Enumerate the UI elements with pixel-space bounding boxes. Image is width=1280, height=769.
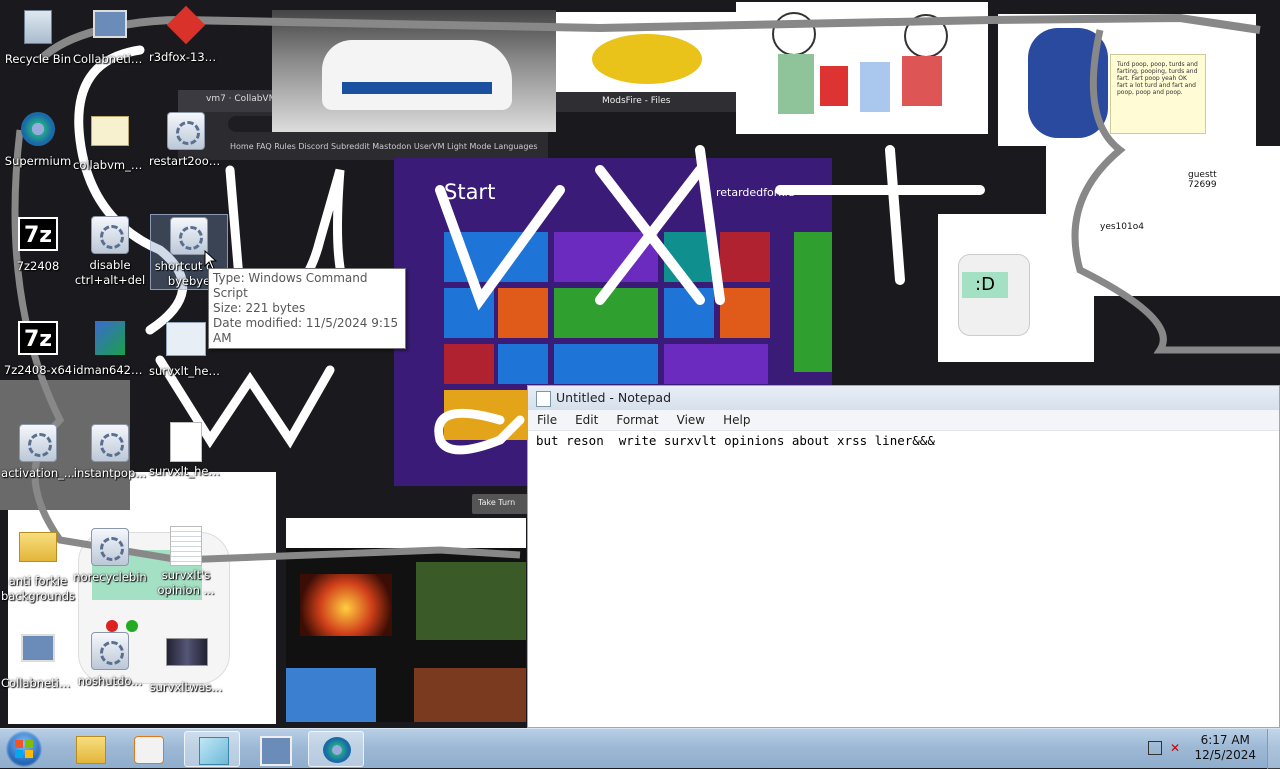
document-icon [166, 422, 206, 462]
desktop-icon-label: survxlt_her... [149, 364, 224, 378]
file-tooltip: Type: Windows Command Script Size: 221 b… [208, 268, 406, 349]
taskbar: ✕ 6:17 AM 12/5/2024 [0, 728, 1280, 769]
menu-help[interactable]: Help [714, 413, 759, 427]
tooltip-modified: Date modified: 11/5/2024 9:15 AM [213, 316, 399, 345]
windows-logo-icon [15, 740, 33, 758]
network-icon[interactable] [1148, 741, 1162, 755]
script-icon [166, 112, 206, 152]
clock-time: 6:17 AM [1200, 733, 1250, 747]
browser-icon [18, 112, 58, 152]
desktop-icon-label: Supermium [4, 154, 72, 168]
desktop-icon-norecyclebin[interactable]: norecyclebin [72, 526, 148, 585]
folder-icon [76, 736, 106, 764]
desktop-icon-anti-forkie[interactable]: anti forkie backgrounds [0, 526, 76, 604]
browser-icon [323, 737, 351, 763]
tooltip-size: Size: 221 bytes [213, 301, 306, 315]
notepad-title-bar[interactable]: Untitled - Notepad [528, 386, 1279, 410]
taskbar-network[interactable] [246, 731, 302, 767]
installer-icon [90, 321, 130, 361]
desktop-icon-label: norecyclebin [73, 570, 147, 584]
certificate-icon [90, 116, 130, 156]
desktop-icon-label: anti forkie backgrounds [1, 574, 76, 603]
script-icon [90, 216, 130, 256]
desktop-icon-collabvm-cert[interactable]: collabvm_c... [72, 110, 148, 173]
desktop-icon-label: 7z2408 [16, 259, 60, 273]
menu-edit[interactable]: Edit [566, 413, 607, 427]
clock[interactable]: 6:17 AM 12/5/2024 [1194, 733, 1256, 763]
desktop-icon-label: collabvm_c... [73, 158, 148, 172]
desktop-icon-7z2408[interactable]: 7z 7z2408 [0, 214, 76, 274]
media-player-icon [134, 736, 164, 764]
menu-format[interactable]: Format [607, 413, 667, 427]
folder-icon [18, 532, 58, 572]
volume-muted-icon[interactable]: ✕ [1170, 741, 1184, 755]
script-icon [169, 217, 209, 257]
notepad-icon [536, 391, 551, 407]
system-tray[interactable]: ✕ [1146, 739, 1190, 759]
desktop-icon-label: Collabnetin... [1, 676, 76, 690]
notepad-icon [199, 737, 229, 765]
script-icon [18, 424, 58, 464]
desktop-icon-noshutdown[interactable]: noshutdo... [72, 630, 148, 689]
desktop-icon-idman[interactable]: idman642b... [72, 318, 148, 378]
desktop-icon-label: survxlt's opinion ... [157, 568, 215, 597]
desktop-icon-restart2oobe[interactable]: restart2oobe [148, 110, 224, 169]
text-file-icon [166, 526, 206, 566]
desktop-icon-collabnetin-1[interactable]: Collabnetin... [72, 6, 148, 67]
desktop-icon-label: Collabnetin... [73, 52, 148, 66]
start-button[interactable] [6, 731, 42, 767]
batch-icon [166, 322, 206, 362]
desktop-icon-7z2408-x64[interactable]: 7z 7z2408-x64 [0, 318, 76, 378]
taskbar-media-player[interactable] [120, 731, 176, 767]
7zip-icon: 7z [18, 217, 58, 257]
desktop-icon-survxlt-opinion[interactable]: survxlt's opinion ... [148, 526, 224, 598]
clock-date: 12/5/2024 [1194, 748, 1256, 762]
desktop-icon-collabnetin-2[interactable]: Collabnetin... [0, 630, 76, 691]
desktop-icon-label: disable ctrl+alt+del [74, 258, 146, 287]
taskbar-supermium[interactable] [308, 731, 364, 767]
mouse-cursor-icon [204, 250, 218, 270]
desktop-icon-label: survxlt_here... [149, 464, 224, 478]
notepad-title: Untitled - Notepad [556, 390, 672, 405]
desktop-icon-disable-ctrl-alt-del[interactable]: disable ctrl+alt+del [72, 214, 148, 288]
taskbar-explorer[interactable] [62, 731, 118, 767]
tooltip-type: Type: Windows Command Script [213, 271, 368, 300]
computer-icon [18, 634, 58, 674]
desktop-icon-survxltwas[interactable]: survxltwas... [148, 630, 224, 695]
desktop-icon-label: survxltwas... [149, 680, 223, 694]
image-icon [166, 638, 208, 678]
notepad-window[interactable]: Untitled - Notepad File Edit Format View Hel… [527, 385, 1280, 728]
menu-view[interactable]: View [668, 413, 714, 427]
show-desktop-button[interactable] [1267, 729, 1280, 769]
notepad-text-area[interactable]: but reson write surxvlt opinions about x… [528, 431, 1279, 450]
desktop-icon-label: restart2oobe [149, 154, 224, 168]
desktop-icon-survxlt-here[interactable]: survxlt_here... [148, 422, 224, 479]
desktop-icon-recycle-bin[interactable]: Recycle Bin [0, 6, 76, 67]
desktop-icon-label: activation_... [1, 466, 75, 480]
desktop-icon-instantpop[interactable]: instantpop... [72, 422, 148, 481]
script-icon [90, 528, 130, 568]
desktop-icon-label: noshutdo... [77, 674, 143, 688]
computer-icon [90, 10, 130, 50]
desktop-icon-activation[interactable]: activation_... [0, 422, 76, 481]
menu-file[interactable]: File [528, 413, 566, 427]
desktop[interactable]: vm7 · CollabVM Home FAQ Rules Discord Su… [0, 0, 1280, 728]
7zip-icon: 7z [18, 321, 58, 361]
desktop-icon-label: instantpop... [73, 466, 147, 480]
desktop-icon-label: idman642b... [73, 363, 148, 377]
computer-icon [260, 736, 292, 766]
desktop-icon-r3dfox[interactable]: r3dfox-132.... [148, 5, 224, 65]
script-icon [90, 424, 130, 464]
desktop-icon-supermium[interactable]: Supermium [0, 110, 76, 169]
taskbar-notepad[interactable] [184, 731, 240, 767]
fox-icon [166, 5, 206, 48]
recycle-bin-icon [18, 10, 58, 50]
desktop-icon-label: 7z2408-x64 [3, 363, 73, 377]
desktop-icon-label: Recycle Bin [4, 52, 72, 66]
script-icon [90, 632, 130, 672]
desktop-icon-label: r3dfox-132.... [149, 50, 224, 64]
notepad-menu-bar: File Edit Format View Help [528, 410, 1279, 431]
